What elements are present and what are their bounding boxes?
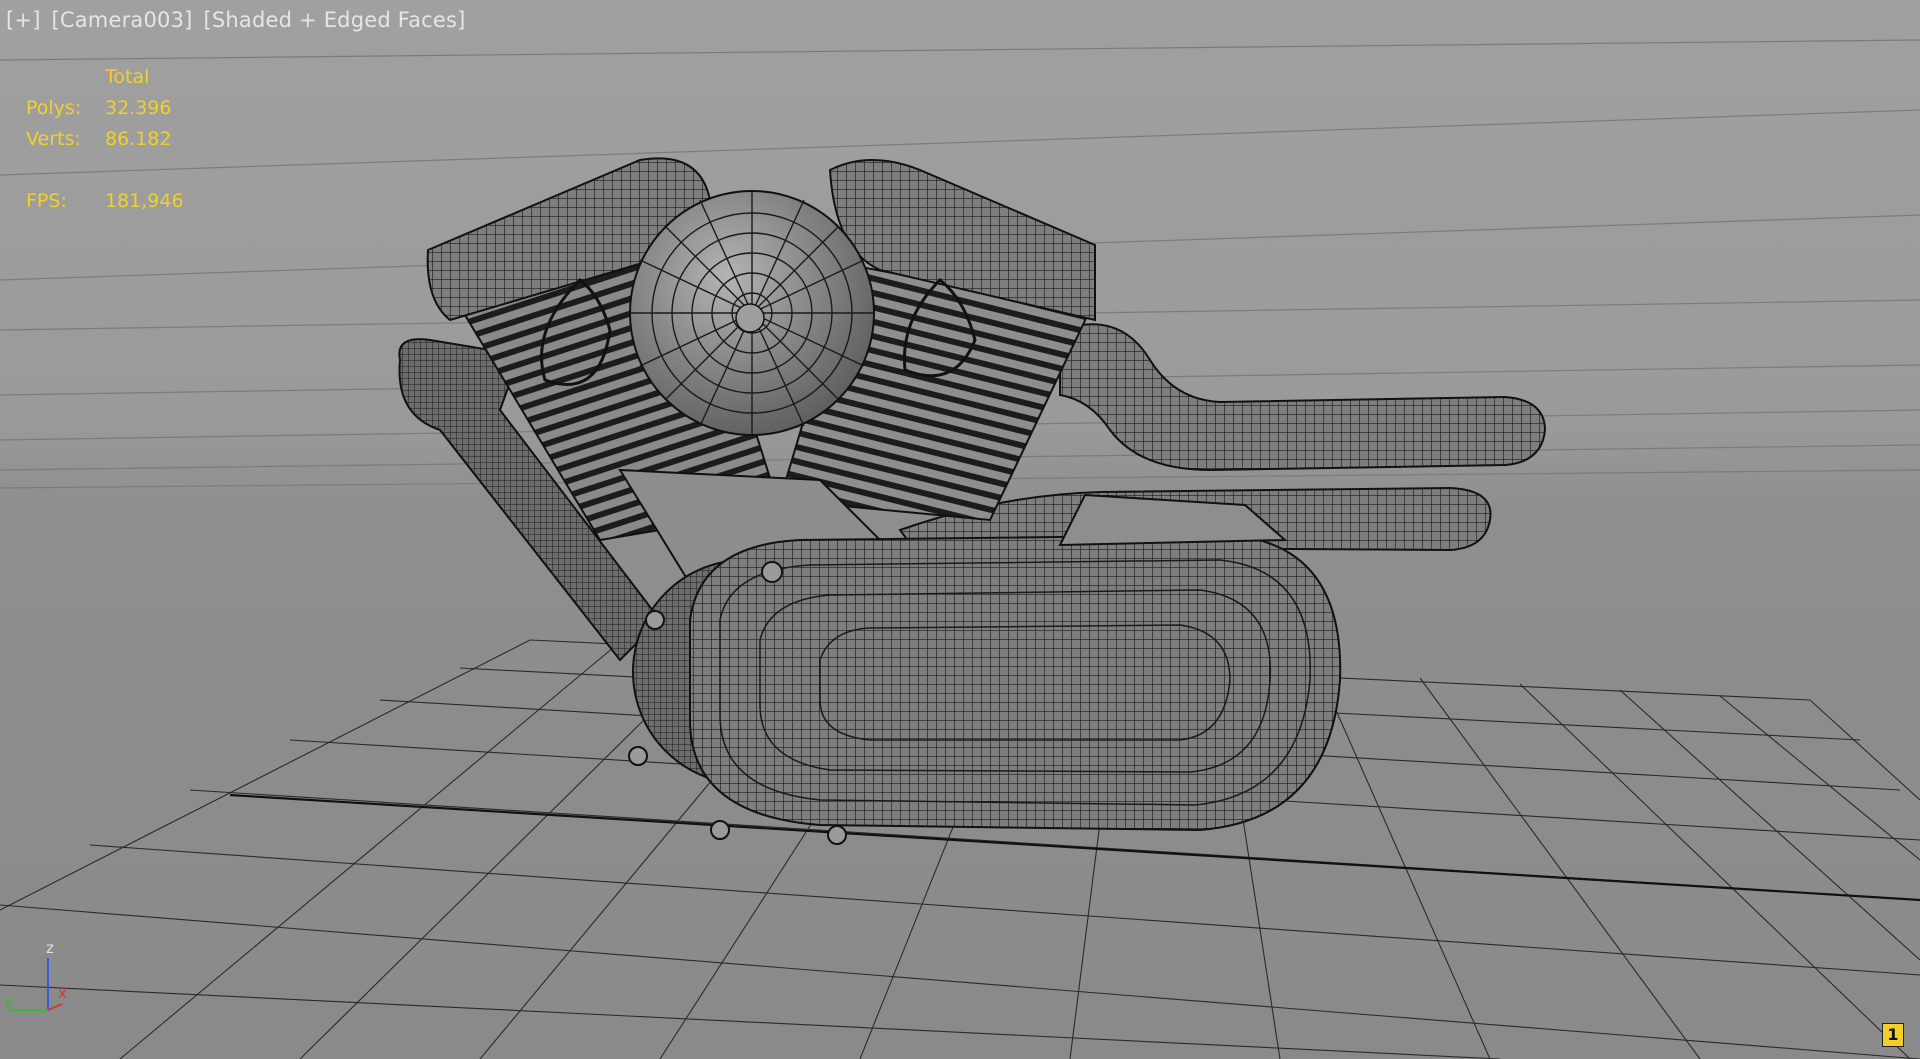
camera-viewport[interactable]: [+] [Camera003] [Shaded + Edged Faces] T… [0,0,1920,1059]
viewport-label: [+] [Camera003] [Shaded + Edged Faces] [6,8,470,32]
shading-mode-selector[interactable]: [Shaded + Edged Faces] [203,8,465,32]
stats-header: Total [105,66,150,88]
axis-x-line [47,1003,63,1011]
fps-value: 181,946 [105,190,184,212]
fps-label: FPS: [26,190,67,212]
exhaust-pipe-upper [1059,323,1547,472]
primary-cover [628,533,1342,845]
polys-value: 32.396 [105,97,172,119]
axis-z-label: z [46,939,54,957]
axis-x-label: x [58,984,67,1002]
camera-selector[interactable]: [Camera003] [51,8,192,32]
engine-model[interactable] [398,157,1547,845]
scene-canvas[interactable] [0,0,1920,1059]
viewport-menu-button[interactable]: [+] [6,8,41,32]
verts-value: 86.182 [105,128,172,150]
axis-y-label: y [4,992,13,1010]
viewport-badge[interactable]: 1 [1882,1023,1904,1047]
verts-label: Verts: [26,128,81,150]
air-cleaner [629,190,875,436]
axis-tripod: z x y [4,939,67,1011]
polys-label: Polys: [26,97,82,119]
